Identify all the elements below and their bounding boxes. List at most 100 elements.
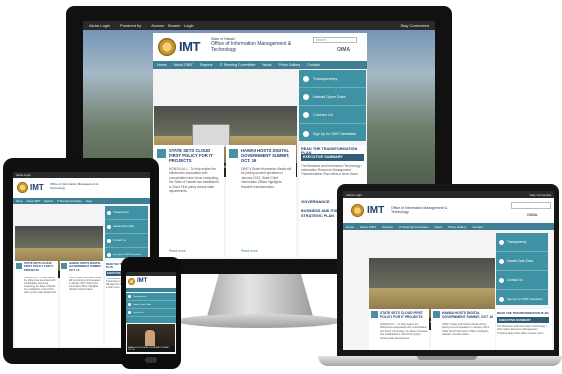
phone-screen: IMT Transparency Hawaii Open Data Contac… bbox=[126, 272, 176, 354]
main-nav[interactable] bbox=[126, 288, 176, 292]
quick-link-label: Transparency bbox=[313, 76, 338, 81]
post-card-2: HAWAII HOSTS DIGITAL GOVERNMENT SUMMIT, … bbox=[60, 261, 103, 347]
transformation-text: The Business and Information Technology … bbox=[497, 325, 547, 335]
office-name: Office of Information Management & Techn… bbox=[391, 206, 448, 214]
post-card-2: HAWAII HOSTS DIGITAL GOVERNMENT SUMMIT, … bbox=[226, 145, 296, 257]
site-header: IMT Office of Information Management & T… bbox=[13, 178, 150, 198]
post-excerpt: HONOLULU – To help realize the efficienc… bbox=[169, 167, 219, 194]
contact-icon bbox=[499, 277, 504, 283]
quick-link-transparency[interactable]: Transparency bbox=[496, 233, 548, 252]
open-data-icon bbox=[499, 258, 504, 264]
nav-news[interactable]: News bbox=[86, 200, 92, 203]
transparency-icon bbox=[128, 295, 131, 298]
governance-link[interactable]: GOVERNANCE bbox=[301, 199, 330, 204]
executive-summary-button[interactable]: EXECUTIVE SUMMARY bbox=[301, 154, 364, 161]
nav-home[interactable]: Home bbox=[16, 200, 23, 203]
site-header: IMT bbox=[126, 276, 176, 288]
stay-connected-link[interactable]: Stay Connected bbox=[401, 23, 429, 28]
contact-icon bbox=[128, 311, 131, 314]
aloha-login-link[interactable]: Aloha Login bbox=[346, 193, 362, 197]
nav-contact[interactable]: Contact bbox=[472, 225, 482, 229]
post-icon bbox=[371, 311, 378, 318]
nav-reports[interactable]: Reports bbox=[382, 225, 393, 229]
quick-link-newsletter[interactable]: Sign Up for OIMT Newsletter bbox=[299, 124, 366, 143]
nav-it-steering[interactable]: IT Steering Committee bbox=[220, 63, 256, 67]
post-title[interactable]: STATE SETS CLOUD FIRST POLICY FOR IT PRO… bbox=[169, 148, 221, 163]
post-excerpt: OIMT's State Information Media will be j… bbox=[442, 323, 490, 337]
nav-home[interactable]: Home bbox=[157, 63, 167, 67]
quick-link-label: Transparency bbox=[133, 295, 147, 298]
post-read-more[interactable]: Read more bbox=[169, 249, 186, 253]
quick-link-open-data[interactable]: Hawaii Open Data bbox=[126, 301, 176, 309]
post-excerpt: HONOLULU – To help realize the efficienc… bbox=[24, 277, 57, 294]
quick-link-contact[interactable]: Contact Us bbox=[496, 271, 548, 290]
post-title[interactable]: STATE SETS CLOUD FIRST POLICY FOR IT PRO… bbox=[380, 311, 428, 319]
post-icon bbox=[229, 149, 238, 158]
nav-about[interactable]: About OIMT bbox=[174, 63, 193, 67]
main-nav: Home About OIMT Reports IT Steering Comm… bbox=[343, 223, 554, 230]
quick-link-label: Contact Us bbox=[133, 311, 144, 314]
quick-link-open-data[interactable]: Hawaii Open Data bbox=[105, 220, 148, 234]
quick-links-panel: Transparency Hawaii Open Data Contact Us… bbox=[105, 206, 148, 258]
nav-it-steering[interactable]: IT Steering Committee bbox=[57, 200, 82, 203]
contact-icon bbox=[107, 238, 111, 243]
post-title[interactable]: HAWAII HOSTS DIGITAL GOVERNMENT SUMMIT, … bbox=[69, 261, 102, 272]
nav-contact[interactable]: Contact bbox=[307, 63, 319, 67]
top-bar: Aloha Login Stay Connected bbox=[343, 191, 554, 198]
quick-link-contact[interactable]: Contact Us bbox=[126, 309, 176, 317]
quick-link-label: Sign Up for OIMT Newsletter bbox=[113, 253, 141, 256]
post-card-1: STATE SETS CLOUD FIRST POLICY FOR IT PRO… bbox=[154, 145, 224, 257]
post-title[interactable]: HAWAII HOSTS DIGITAL GOVERNMENT SUMMIT, … bbox=[442, 311, 494, 319]
newsletter-icon bbox=[499, 296, 504, 302]
quick-link-label: Contact Us bbox=[113, 239, 126, 242]
home-button[interactable] bbox=[145, 357, 157, 363]
aloha-login-link[interactable]: Aloha Login bbox=[16, 173, 31, 177]
nav-reports[interactable]: Reports bbox=[44, 200, 53, 203]
main-nav: Home About OIMT Reports IT Steering Comm… bbox=[13, 198, 150, 204]
nav-about[interactable]: About OIMT bbox=[27, 200, 40, 203]
nav-about[interactable]: About OIMT bbox=[360, 225, 376, 229]
quick-link-label: Hawaii Open Data bbox=[313, 94, 346, 99]
nav-news[interactable]: News bbox=[435, 225, 443, 229]
search-input[interactable]: search bbox=[313, 37, 357, 43]
imt-logo: IMT bbox=[30, 183, 44, 192]
stay-connected-link[interactable]: Stay Connected bbox=[530, 193, 551, 197]
quick-link-open-data[interactable]: Hawaii Open Data bbox=[299, 88, 366, 106]
nav-it-steering[interactable]: IT Steering Committee bbox=[399, 225, 429, 229]
quick-link-transparency[interactable]: Transparency bbox=[105, 206, 148, 220]
site-header: IMT Office of Information Management & T… bbox=[343, 198, 554, 223]
post-card-2: HAWAII HOSTS DIGITAL GOVERNMENT SUMMIT, … bbox=[431, 309, 495, 350]
top-bar: Aloha Login Powered by Access · Search ·… bbox=[83, 21, 435, 30]
search-input[interactable] bbox=[511, 202, 551, 209]
quick-link-contact[interactable]: Contact Us bbox=[105, 234, 148, 248]
quick-link-newsletter[interactable]: Sign Up for OIMT Newsletter bbox=[496, 290, 548, 308]
nav-photo-gallery[interactable]: Photo Gallery bbox=[448, 225, 466, 229]
state-seal-icon bbox=[128, 278, 135, 285]
powered-by-label: Powered by bbox=[120, 23, 142, 28]
post-icon bbox=[157, 149, 166, 158]
executive-summary-button[interactable]: EXECUTIVE SUMMARY bbox=[497, 317, 549, 323]
quick-link-label: Hawaii Open Data bbox=[133, 303, 151, 306]
laptop-screen: Aloha Login Stay Connected IMT Office of… bbox=[343, 191, 554, 350]
nav-photo-gallery[interactable]: Photo Gallery bbox=[278, 63, 300, 67]
quick-link-label: Transparency bbox=[113, 211, 129, 214]
topbar-links[interactable]: Access · Search · Login bbox=[151, 23, 193, 28]
quick-links-panel: Transparency Hawaii Open Data Contact Us… bbox=[496, 233, 548, 305]
aloha-login-link[interactable]: Aloha Login bbox=[89, 23, 110, 28]
nav-news[interactable]: News bbox=[262, 63, 271, 67]
office-name: Office of Information Management & Techn… bbox=[50, 182, 99, 190]
post-title[interactable]: HAWAII HOSTS DIGITAL GOVERNMENT SUMMIT, … bbox=[241, 148, 293, 163]
post-read-more[interactable]: Read more bbox=[241, 249, 258, 253]
open-data-icon bbox=[128, 303, 131, 306]
quick-link-contact[interactable]: Contact Us bbox=[299, 106, 366, 124]
nav-home[interactable]: Home bbox=[346, 225, 354, 229]
newsletter-icon bbox=[107, 252, 111, 257]
quick-link-transparency[interactable]: Transparency bbox=[299, 70, 366, 88]
post-title[interactable]: STATE SETS CLOUD FIRST POLICY FOR IT PRO… bbox=[24, 261, 57, 272]
oima-logo: OIMA bbox=[337, 47, 351, 53]
quick-link-open-data[interactable]: Hawaii Open Data bbox=[496, 252, 548, 271]
quick-link-transparency[interactable]: Transparency bbox=[126, 293, 176, 301]
post-card-1: STATE SETS CLOUD FIRST POLICY FOR IT PRO… bbox=[15, 261, 58, 347]
main-nav: Home About OIMT Reports IT Steering Comm… bbox=[153, 61, 367, 69]
nav-reports[interactable]: Reports bbox=[200, 63, 213, 67]
